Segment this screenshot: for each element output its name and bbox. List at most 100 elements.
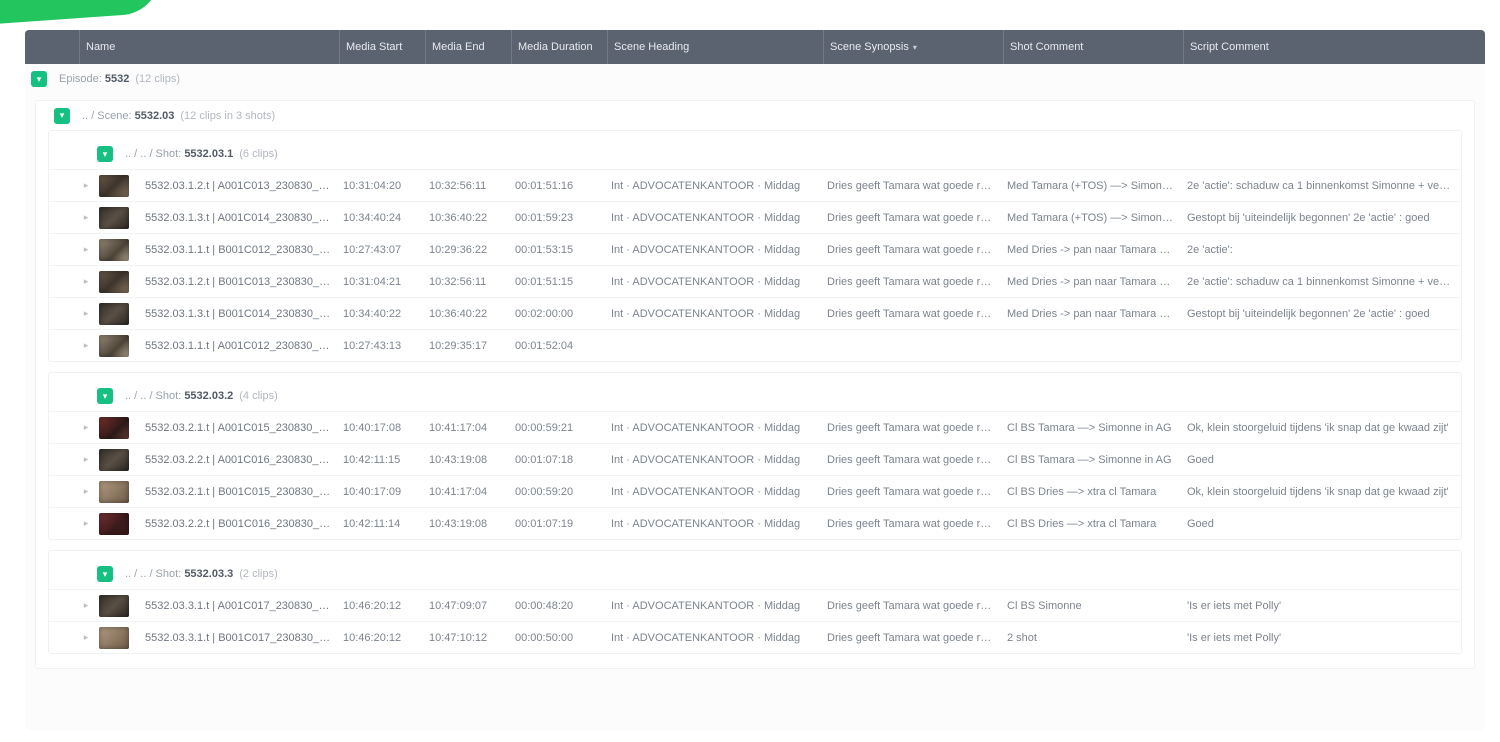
group-shot[interactable]: ▾.. / .. / Shot: 5532.03.2(4 clips) [69, 381, 1441, 411]
clip-thumbnail[interactable] [99, 303, 129, 325]
expand-chevron-icon[interactable]: ▸ [77, 340, 95, 351]
clip-shot-comment: Cl BS Dries —> xtra cl Tamara [1001, 518, 1181, 530]
clip-thumbnail[interactable] [99, 627, 129, 649]
clip-media-start: 10:34:40:22 [337, 308, 423, 320]
column-header-scene[interactable]: Scene Heading [607, 30, 823, 64]
clip-thumbnail[interactable] [99, 513, 129, 535]
collapse-toggle-icon[interactable]: ▾ [97, 146, 113, 162]
clip-scene-head: Int · ADVOCATENKANTOOR · Middag [605, 518, 821, 530]
column-header-name[interactable]: Name [79, 30, 339, 64]
clip-media-dur: 00:01:07:19 [509, 518, 605, 530]
clip-row[interactable]: ▸5532.03.1.3.t | B001C014_230830_R5R010:… [49, 297, 1461, 329]
group-episode-label: Episode: 5532 [59, 73, 129, 85]
clip-row[interactable]: ▸ 5532.03.1.3.t | A001C014_230830_R5HX10:… [49, 201, 1461, 233]
group-shot[interactable]: ▾.. / .. / Shot: 5532.03.3(2 clips) [69, 559, 1441, 589]
clip-row[interactable]: ▸5532.03.3.1.t | A001C017_230830_R5HX10:… [49, 589, 1461, 621]
clip-thumbnail[interactable] [99, 595, 129, 617]
collapse-toggle-icon[interactable]: ▾ [54, 108, 70, 124]
clip-row[interactable]: ▸ 5532.03.2.2.t | B001C016_230830_R5R010:… [49, 507, 1461, 539]
group-shot-label: .. / .. / Shot: 5532.03.3 [125, 568, 233, 580]
clip-name: 5532.03.2.1.t | A001C015_230830_R5HX [139, 422, 337, 434]
clip-thumbnail[interactable] [99, 271, 129, 293]
clip-row[interactable]: ▸ 5532.03.2.1.t | A001C015_230830_R5HX10:… [49, 411, 1461, 443]
clip-thumbnail[interactable] [99, 239, 129, 261]
clip-row[interactable]: ▸5532.03.1.1.t | A001C012_230830_R5HX10:… [49, 329, 1461, 361]
clip-thumbnail[interactable] [99, 417, 129, 439]
column-header-mstart[interactable]: Media Start [339, 30, 425, 64]
clip-row[interactable]: ▸ 5532.03.1.2.t | A001C013_230830_R5HX10:… [49, 169, 1461, 201]
collapse-toggle-icon[interactable]: ▾ [97, 566, 113, 582]
clip-media-dur: 00:01:07:18 [509, 454, 605, 466]
clip-scene-head: Int · ADVOCATENKANTOOR · Middag [605, 180, 821, 192]
clip-synopsis: Dries geeft Tamara wat goede raad [821, 518, 1001, 530]
clip-row[interactable]: ▸ 5532.03.1.1.t | B001C012_230830_R5R010:… [49, 233, 1461, 265]
expand-chevron-icon[interactable]: ▸ [77, 486, 95, 497]
clip-thumbnail[interactable] [99, 481, 129, 503]
clip-media-start: 10:27:43:13 [337, 340, 423, 352]
shot-block: ▾.. / .. / Shot: 5532.03.3(2 clips)▸5532… [48, 550, 1462, 654]
clip-script-comment: Ok, klein stoorgeluid tijdens 'ik snap d… [1181, 422, 1461, 434]
group-shot-label: .. / .. / Shot: 5532.03.1 [125, 148, 233, 160]
column-header-mend[interactable]: Media End [425, 30, 511, 64]
clip-media-start: 10:27:43:07 [337, 244, 423, 256]
clip-row[interactable]: ▸ 5532.03.3.1.t | B001C017_230830_R5R0 10:… [49, 621, 1461, 653]
clip-name: 5532.03.2.2.t | A001C016_230830_R5HX [139, 454, 337, 466]
column-header-mdur[interactable]: Media Duration [511, 30, 607, 64]
clip-name: 5532.03.1.1.t | B001C012_230830_R5R0 [139, 244, 337, 256]
clip-thumbnail[interactable] [99, 175, 129, 197]
clip-scene-head: Int · ADVOCATENKANTOOR · Middag [605, 600, 821, 612]
expand-chevron-icon[interactable]: ▸ [77, 212, 95, 223]
group-episode[interactable]: ▾ Episode: 5532 (12 clips) [25, 64, 1485, 94]
clip-scene-head: Int · ADVOCATENKANTOOR · Middag [605, 422, 821, 434]
clip-media-start: 10:34:40:24 [337, 212, 423, 224]
clip-shot-comment: Med Tamara (+TOS) —> Simonne i… [1001, 212, 1181, 224]
clip-thumbnail[interactable] [99, 335, 129, 357]
clip-media-start: 10:31:04:20 [337, 180, 423, 192]
shot-block: ▾.. / .. / Shot: 5532.03.2(4 clips)▸5532… [48, 372, 1462, 540]
column-header-script[interactable]: Script Comment [1183, 30, 1485, 64]
clip-row[interactable]: ▸5532.03.1.2.t | B001C013_230830_R5R010:… [49, 265, 1461, 297]
clip-name: 5532.03.1.2.t | A001C013_230830_R5HX [139, 180, 337, 192]
column-header-shotc[interactable]: Shot Comment [1003, 30, 1183, 64]
expand-chevron-icon[interactable]: ▸ [77, 518, 95, 529]
expand-chevron-icon[interactable]: ▸ [77, 308, 95, 319]
clip-synopsis: Dries geeft Tamara wat goede raad [821, 454, 1001, 466]
clip-scene-head: Int · ADVOCATENKANTOOR · Middag [605, 276, 821, 288]
clip-media-end: 10:41:17:04 [423, 486, 509, 498]
clip-media-end: 10:47:09:07 [423, 600, 509, 612]
clip-script-comment: 2e 'actie': schaduw ca 1 binnenkomst Sim… [1181, 276, 1461, 288]
clip-media-end: 10:47:10:12 [423, 632, 509, 644]
clip-media-dur: 00:01:52:04 [509, 340, 605, 352]
expand-chevron-icon[interactable]: ▸ [77, 632, 95, 643]
clip-synopsis: Dries geeft Tamara wat goede raad [821, 244, 1001, 256]
group-shot-meta: (6 clips) [239, 148, 278, 160]
expand-chevron-icon[interactable]: ▸ [77, 454, 95, 465]
clip-shot-comment: 2 shot [1001, 632, 1181, 644]
group-scene[interactable]: ▾ .. / Scene: 5532.03 (12 clips in 3 sho… [35, 100, 1475, 130]
clip-media-dur: 00:00:50:00 [509, 632, 605, 644]
expand-chevron-icon[interactable]: ▸ [77, 244, 95, 255]
collapse-toggle-icon[interactable]: ▾ [31, 71, 47, 87]
clip-thumbnail[interactable] [99, 207, 129, 229]
expand-chevron-icon[interactable]: ▸ [77, 276, 95, 287]
clip-row[interactable]: ▸5532.03.2.2.t | A001C016_230830_R5HX10:… [49, 443, 1461, 475]
expand-chevron-icon[interactable]: ▸ [77, 180, 95, 191]
expand-chevron-icon[interactable]: ▸ [77, 600, 95, 611]
clip-synopsis: Dries geeft Tamara wat goede raad [821, 422, 1001, 434]
collapse-toggle-icon[interactable]: ▾ [97, 388, 113, 404]
clip-script-comment: Gestopt bij 'uiteindelijk begonnen' 2e '… [1181, 212, 1461, 224]
clip-media-start: 10:40:17:08 [337, 422, 423, 434]
group-shot-label: .. / .. / Shot: 5532.03.2 [125, 390, 233, 402]
expand-chevron-icon[interactable]: ▸ [77, 422, 95, 433]
clip-thumbnail[interactable] [99, 449, 129, 471]
clip-name: 5532.03.2.2.t | B001C016_230830_R5R0 [139, 518, 337, 530]
clip-synopsis: Dries geeft Tamara wat goede raad [821, 486, 1001, 498]
clip-media-start: 10:42:11:14 [337, 518, 423, 530]
clip-shot-comment: Cl BS Tamara —> Simonne in AG [1001, 454, 1181, 466]
column-header-synopsis[interactable]: Scene Synopsis ▾ [823, 30, 1003, 64]
clip-name: 5532.03.3.1.t | B001C017_230830_R5R0 [139, 632, 337, 644]
clip-name: 5532.03.1.3.t | A001C014_230830_R5HX [139, 212, 337, 224]
group-shot[interactable]: ▾ .. / .. / Shot: 5532.03.1 (6 clips) [69, 139, 1441, 169]
clip-media-end: 10:32:56:11 [423, 276, 509, 288]
clip-row[interactable]: ▸5532.03.2.1.t | B001C015_230830_R5R010:… [49, 475, 1461, 507]
